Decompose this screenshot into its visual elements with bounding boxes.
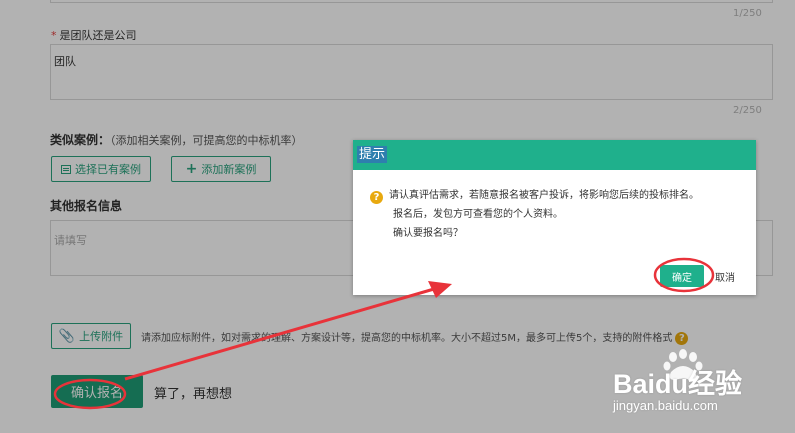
dialog-line-3: 确认要报名吗？	[393, 228, 463, 239]
confirm-dialog: 提示 ? 请认真评估需求，若随意报名被客户投诉，将影响您后续的投标排名。 报名后，…	[353, 140, 756, 295]
dialog-message: ? 请认真评估需求，若随意报名被客户投诉，将影响您后续的投标排名。 报名后，发包方…	[370, 186, 699, 243]
warning-icon: ?	[370, 191, 383, 204]
dialog-cancel-button[interactable]: 取消	[715, 269, 735, 284]
watermark-brand: Baidu经验	[613, 369, 743, 399]
dialog-line-2: 报名后，发包方可查看您的个人资料。	[393, 209, 563, 220]
baidu-watermark: Baidu经验 jingyan.baidu.com	[603, 348, 783, 423]
watermark-url: jingyan.baidu.com	[613, 398, 718, 413]
dialog-header: 提示	[353, 140, 756, 170]
dialog-title: 提示	[357, 146, 388, 163]
dialog-line-1: 请认真评估需求，若随意报名被客户投诉，将影响您后续的投标排名。	[389, 190, 699, 201]
dialog-ok-button[interactable]: 确定	[660, 265, 704, 287]
